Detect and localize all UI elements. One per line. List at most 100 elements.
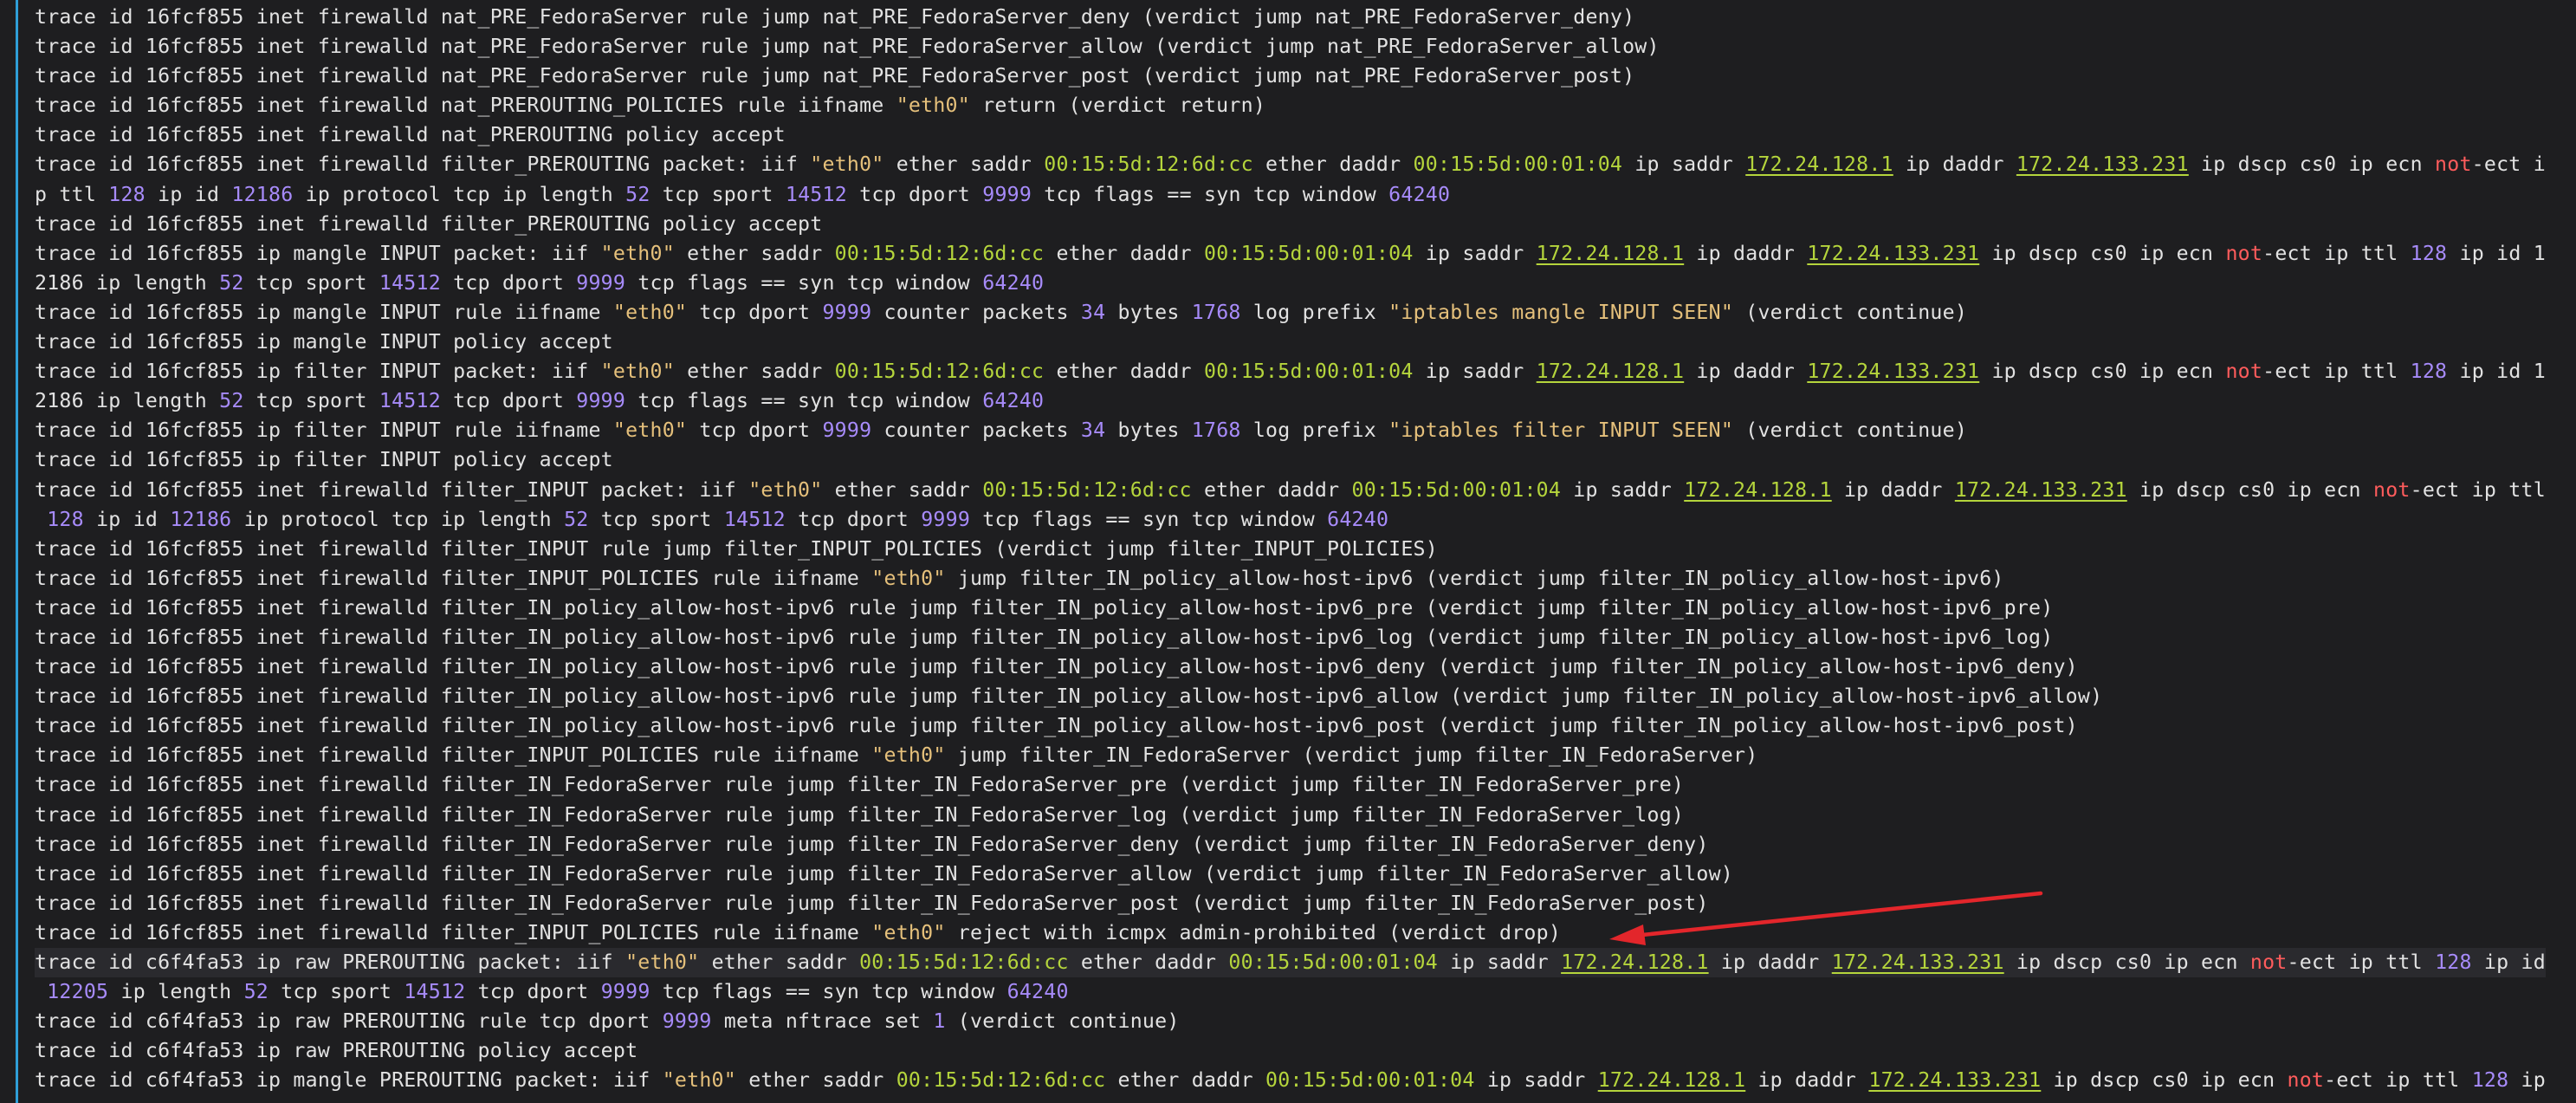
text-segment: trace id 16fcf855 ip mangle INPUT policy… [35,330,613,354]
text-segment: tcp flags == syn tcp window [625,270,983,295]
string-token: "iptables filter INPUT SEEN" [1388,418,1734,443]
number-token: 128 [2410,241,2448,265]
text-segment: ether saddr [674,360,835,384]
string-token: "eth0" [871,920,946,944]
number-token: 1768 [1191,300,1241,324]
ip-address: 172.24.133.231 [1807,360,1980,384]
text-segment: trace id 16fcf855 inet firewalld filter_… [35,566,872,590]
mac-address: 00:15:5d:12:6d:cc [834,241,1045,265]
text-segment: (verdict continue) [945,1009,1180,1034]
trace-line: trace id 16fcf855 inet firewalld filter_… [35,535,2546,564]
text-segment: tcp flags == syn tcp window [650,980,1007,1004]
trace-line: trace id 16fcf855 inet firewalld nat_PRE… [35,91,2546,120]
number-token: 52 [219,270,244,295]
trace-line: trace id 16fcf855 inet firewalld filter_… [35,623,2546,652]
trace-output: trace id 16fcf855 inet firewalld nat_PRE… [35,3,2546,1095]
text-segment: ether saddr [735,1068,896,1093]
text-segment: 2186 ip length [35,389,220,413]
text-segment: ip daddr [1745,1068,1869,1093]
text-segment: trace id 16fcf855 inet firewalld filter_… [35,832,1709,856]
string-token: "eth0" [871,566,946,590]
text-segment: trace id 16fcf855 inet firewalld filter_… [35,743,872,768]
text-segment: ether daddr [1068,951,1229,974]
number-token: 64240 [1006,980,1069,1004]
string-token: "eth0" [810,152,884,177]
text-segment: ip dscp cs0 ip ecn [2126,477,2373,502]
trace-line: trace id c6f4fa53 ip raw PREROUTING rule… [35,1007,2546,1036]
text-segment: trace id 16fcf855 inet firewalld filter_… [35,714,2078,738]
number-token: 52 [243,980,269,1004]
number-token: 52 [564,507,589,531]
text-segment: ip saddr [1622,152,1746,177]
trace-line: trace id 16fcf855 inet firewalld filter_… [35,210,2546,239]
ip-address: 172.24.133.231 [1954,477,2127,502]
number-token: 14512 [379,389,441,413]
text-segment: ether saddr [674,241,835,265]
string-token: "eth0" [871,743,946,768]
text-segment: trace id 16fcf855 inet firewalld filter_… [35,802,1685,827]
text-segment: log prefix [1240,300,1389,324]
number-token: 9999 [576,270,626,295]
text-segment: tcp dport [687,300,823,324]
number-token: 128 [47,507,84,531]
text-segment: -ect i [2471,152,2546,177]
trace-line: trace id 16fcf855 inet firewalld filter_… [35,830,2546,860]
trace-line: trace id 16fcf855 ip filter INPUT rule i… [35,416,2546,445]
trace-line: trace id 16fcf855 inet firewalld nat_PRE… [35,3,2546,32]
ip-address: 172.24.133.231 [1831,951,2004,974]
text-segment: -ect ip ttl [2262,360,2411,384]
number-token: 12186 [231,182,294,206]
text-segment: ip saddr [1561,477,1685,502]
number-token: 64240 [1327,507,1389,531]
text-segment: trace id 16fcf855 ip filter INPUT rule i… [35,418,613,443]
text-segment: trace id 16fcf855 inet firewalld filter_… [35,536,1438,561]
trace-line: trace id 16fcf855 inet firewalld filter_… [35,741,2546,770]
text-segment: ip daddr [1684,241,1808,265]
ip-address: 172.24.133.231 [1807,241,1980,265]
text-segment: trace id 16fcf855 inet firewalld filter_… [35,773,1685,797]
text-segment: counter packets [871,418,1081,443]
negation-token: not [2225,360,2263,384]
trace-line: trace id 16fcf855 inet firewalld filter_… [35,652,2546,682]
text-segment: ip saddr [1437,951,1562,974]
text-segment: (verdict continue) [1733,418,1968,443]
text-segment: tcp dport [785,507,922,531]
text-segment: ip daddr [1831,477,1955,502]
text-segment: ip length [108,980,244,1004]
string-token: "eth0" [612,418,688,443]
text-segment: trace id 16fcf855 inet firewalld filter_… [35,625,2054,649]
text-segment: trace id 16fcf855 ip mangle INPUT packet… [35,241,601,265]
text-segment: ip protocol tcp ip length [231,507,565,531]
trace-line: trace id 16fcf855 ip mangle INPUT packet… [35,239,2546,269]
negation-token: not [2435,152,2472,177]
mac-address: 00:15:5d:00:01:04 [1203,241,1414,265]
text-segment: -ect ip ttl [2287,951,2436,974]
number-token: 9999 [576,389,626,413]
text-segment: meta nftrace set [711,1009,934,1034]
terminal-window[interactable]: trace id 16fcf855 inet firewalld nat_PRE… [0,0,2576,1103]
text-segment: bytes [1105,300,1192,324]
number-token: 128 [2435,951,2472,974]
ip-address: 172.24.128.1 [1745,152,1893,177]
text-segment: counter packets [871,300,1081,324]
number-token: 52 [219,389,244,413]
text-segment: trace id 16fcf855 ip filter INPUT policy… [35,448,613,472]
text-segment: tcp sport [588,507,724,531]
text-segment: tcp dport [440,270,577,295]
text-segment: trace id 16fcf855 inet firewalld filter_… [35,891,1709,915]
text-segment: tcp flags == syn tcp window [970,507,1328,531]
string-token: "eth0" [896,94,970,118]
mac-address: 00:15:5d:12:6d:cc [982,477,1192,502]
text-segment: trace id 16fcf855 ip filter INPUT packet… [35,360,601,384]
number-token: 128 [2410,360,2448,384]
text-segment: trace id 16fcf855 inet firewalld nat_PRE… [35,64,1635,88]
text-segment: ether saddr [699,951,860,974]
negation-token: not [2249,951,2288,974]
trace-line: trace id 16fcf855 ip filter INPUT policy… [35,445,2546,475]
text-segment: trace id 16fcf855 ip mangle INPUT rule i… [35,300,613,324]
number-token: 14512 [785,182,847,206]
number-token: 12186 [170,507,232,531]
text-segment: ip saddr [1413,241,1537,265]
number-token: 14512 [723,507,786,531]
string-token: "eth0" [662,1068,736,1093]
